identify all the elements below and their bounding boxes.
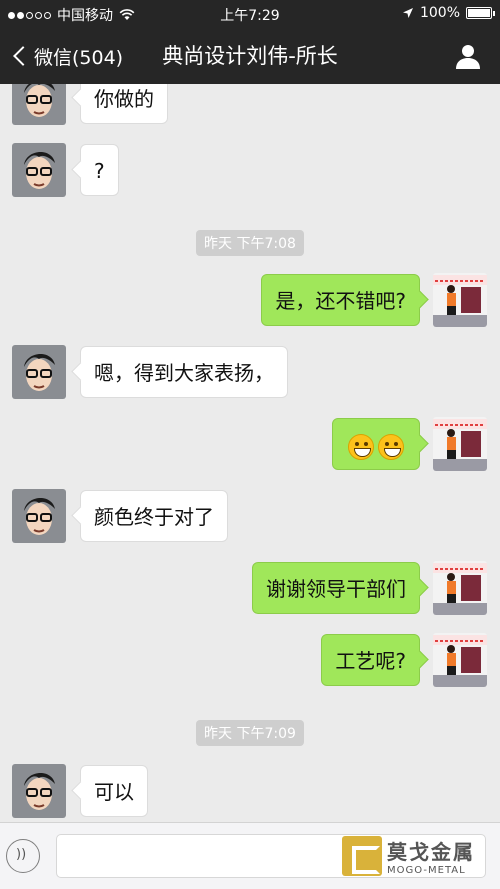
watermark-logo: 莫戈金属 MOGO-METAL — [342, 833, 494, 879]
avatar[interactable] — [12, 345, 66, 399]
message-row-outgoing — [0, 417, 500, 471]
avatar[interactable] — [12, 84, 66, 125]
message-row-incoming: 嗯，得到大家表扬， — [0, 345, 500, 399]
message-row-outgoing: 谢谢领导干部们 — [0, 561, 500, 615]
message-bubble-outgoing[interactable] — [332, 418, 420, 470]
voice-icon: )) — [16, 847, 27, 862]
profile-icon[interactable] — [454, 42, 482, 70]
message-bubble-incoming[interactable]: 你做的 — [80, 84, 168, 124]
message-bubble-incoming[interactable]: ? — [80, 144, 119, 196]
timestamp: 昨天 下午7:09 — [0, 720, 500, 746]
message-bubble-outgoing[interactable]: 谢谢领导干部们 — [252, 562, 420, 614]
chevron-left-icon — [13, 46, 33, 66]
avatar[interactable] — [12, 143, 66, 197]
message-row-incoming: 可以 — [0, 764, 500, 818]
grinning-face-icon — [378, 433, 404, 460]
avatar[interactable] — [12, 764, 66, 818]
message-bubble-incoming[interactable]: 嗯，得到大家表扬， — [80, 346, 288, 398]
message-bubble-outgoing[interactable]: 工艺呢? — [321, 634, 420, 686]
avatar[interactable] — [433, 561, 487, 615]
timestamp-label: 昨天 下午7:08 — [196, 230, 304, 256]
message-row-outgoing: 是，还不错吧? — [0, 273, 500, 327]
battery-icon — [466, 7, 495, 19]
voice-button[interactable]: )) — [6, 839, 40, 873]
message-row-incoming: 你做的 — [0, 84, 500, 125]
timestamp: 昨天 下午7:08 — [0, 230, 500, 256]
avatar[interactable] — [433, 633, 487, 687]
grinning-face-icon — [348, 433, 374, 460]
message-row-outgoing: 工艺呢? — [0, 633, 500, 687]
avatar[interactable] — [433, 273, 487, 327]
message-bubble-outgoing[interactable]: 是，还不错吧? — [261, 274, 420, 326]
nav-bar: 微信(504) 典尚设计刘伟-所长 — [0, 28, 500, 84]
back-button[interactable]: 微信(504) — [10, 28, 123, 84]
battery-percent: 100% — [419, 5, 460, 21]
chat-area[interactable]: 你做的 ? 昨天 下午7:08 是，还不错吧? 嗯，得到大家表扬， 颜色终于对了… — [0, 84, 500, 822]
avatar[interactable] — [433, 417, 487, 471]
message-bubble-incoming[interactable]: 颜色终于对了 — [80, 490, 228, 542]
logo-mark — [342, 836, 382, 876]
location-arrow-icon — [402, 8, 413, 18]
back-label: 微信(504) — [34, 46, 124, 69]
message-row-incoming: 颜色终于对了 — [0, 489, 500, 543]
status-bar: 中国移动 上午7:29 100% — [0, 0, 500, 28]
avatar[interactable] — [12, 489, 66, 543]
message-row-incoming: ? — [0, 143, 500, 197]
message-bubble-incoming[interactable]: 可以 — [80, 765, 148, 817]
watermark-en: MOGO-METAL — [387, 865, 466, 876]
timestamp-label: 昨天 下午7:09 — [196, 720, 304, 746]
watermark-cn: 莫戈金属 — [387, 840, 475, 864]
